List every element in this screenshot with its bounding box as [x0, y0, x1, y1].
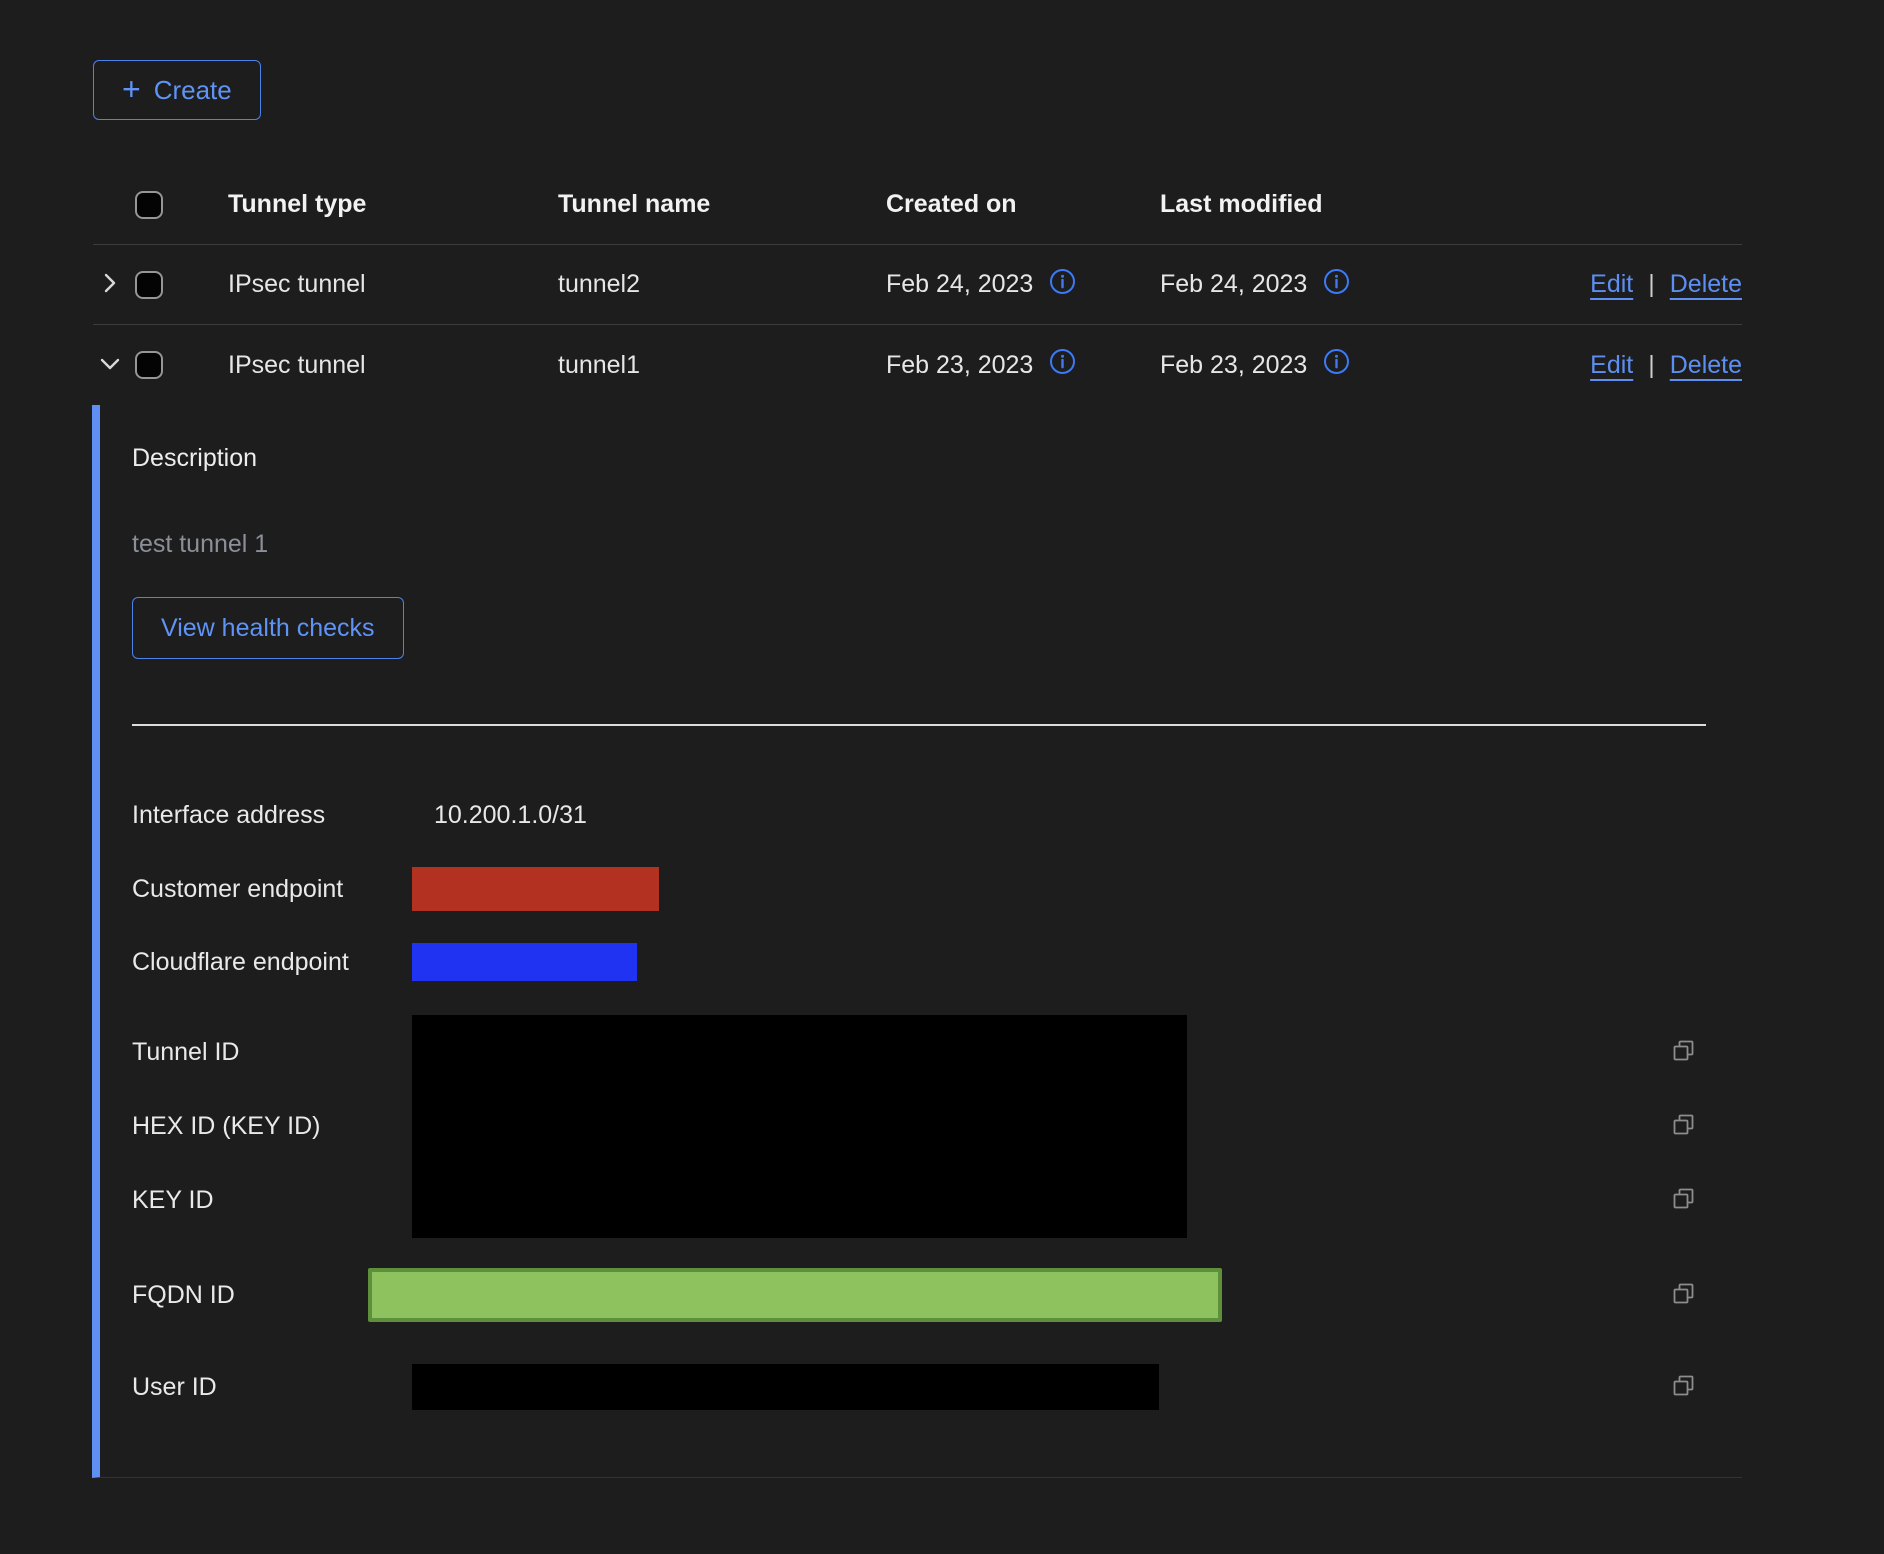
customer-endpoint-redacted-value	[412, 867, 659, 911]
edit-link[interactable]: Edit	[1590, 351, 1633, 380]
expand-row-button[interactable]	[93, 266, 127, 303]
edit-link[interactable]: Edit	[1590, 270, 1633, 299]
key-id-label: KEY ID	[132, 1164, 412, 1238]
delete-link[interactable]: Delete	[1670, 351, 1742, 380]
copy-user-id-button[interactable]	[1671, 1373, 1697, 1402]
user-id-label: User ID	[132, 1373, 412, 1402]
tunnel-name-cell: tunnel1	[533, 351, 863, 380]
created-on-cell: Feb 23, 2023	[886, 351, 1033, 380]
description-value: test tunnel 1	[132, 529, 1742, 559]
tunnel-type-cell: IPsec tunnel	[203, 351, 533, 380]
view-health-checks-label: View health checks	[161, 614, 375, 643]
chevron-right-icon	[97, 270, 123, 299]
info-icon[interactable]	[1323, 348, 1350, 382]
expanded-tunnel-panel: Description test tunnel 1 View health ch…	[92, 405, 1742, 1478]
hex-id-label: HEX ID (KEY ID)	[132, 1089, 412, 1163]
collapse-row-button[interactable]	[93, 347, 127, 384]
view-health-checks-button[interactable]: View health checks	[132, 597, 404, 659]
header-tunnel-type: Tunnel type	[203, 190, 533, 219]
tunnel-detail-fields: Interface address 10.200.1.0/31 Customer…	[132, 778, 1742, 1424]
chevron-down-icon	[97, 351, 123, 380]
tunnel-id-label: Tunnel ID	[132, 1015, 412, 1089]
interface-address-row: Interface address 10.200.1.0/31	[132, 778, 1742, 852]
id-redacted-value-block	[412, 1015, 1187, 1238]
copy-icon	[1671, 1038, 1697, 1067]
table-row: IPsec tunnel tunnel1 Feb 23, 2023 Feb 23…	[93, 325, 1742, 405]
actions-separator: |	[1648, 351, 1655, 380]
plus-icon: +	[122, 73, 141, 105]
copy-icon	[1671, 1281, 1697, 1310]
copy-icon	[1671, 1186, 1697, 1215]
table-row: IPsec tunnel tunnel2 Feb 24, 2023 Feb 24…	[93, 245, 1742, 325]
header-created-on: Created on	[863, 190, 1143, 219]
info-icon[interactable]	[1049, 268, 1076, 302]
user-id-row: User ID	[132, 1350, 1742, 1424]
last-modified-cell: Feb 23, 2023	[1160, 351, 1307, 380]
copy-hex-id-button[interactable]	[1671, 1112, 1697, 1141]
created-on-cell: Feb 24, 2023	[886, 270, 1033, 299]
row-checkbox[interactable]	[135, 271, 163, 299]
user-id-redacted-value	[412, 1364, 1159, 1410]
id-fields-group: Tunnel ID HEX ID (KEY ID) KEY ID	[132, 1015, 1742, 1238]
create-button[interactable]: + Create	[93, 60, 261, 120]
copy-icon	[1671, 1112, 1697, 1141]
copy-key-id-button[interactable]	[1671, 1186, 1697, 1215]
customer-endpoint-row: Customer endpoint	[132, 852, 1742, 926]
header-tunnel-name: Tunnel name	[533, 190, 863, 219]
customer-endpoint-label: Customer endpoint	[132, 875, 412, 904]
create-button-label: Create	[154, 75, 232, 106]
tunnel-type-cell: IPsec tunnel	[203, 270, 533, 299]
last-modified-cell: Feb 24, 2023	[1160, 270, 1307, 299]
tunnels-page: + Create Tunnel type Tunnel name Created…	[93, 0, 1742, 1478]
cloudflare-endpoint-label: Cloudflare endpoint	[132, 948, 412, 977]
tunnel-name-cell: tunnel2	[533, 270, 863, 299]
actions-separator: |	[1648, 270, 1655, 299]
select-all-checkbox[interactable]	[135, 191, 163, 219]
interface-address-label: Interface address	[132, 801, 412, 830]
copy-icon	[1671, 1373, 1697, 1402]
delete-link[interactable]: Delete	[1670, 270, 1742, 299]
cloudflare-endpoint-row: Cloudflare endpoint	[132, 926, 1742, 998]
copy-fqdn-id-button[interactable]	[1671, 1281, 1697, 1310]
copy-tunnel-id-button[interactable]	[1671, 1038, 1697, 1067]
description-label: Description	[132, 443, 1742, 473]
table-header: Tunnel type Tunnel name Created on Last …	[93, 165, 1742, 245]
info-icon[interactable]	[1049, 348, 1076, 382]
row-checkbox[interactable]	[135, 351, 163, 379]
info-icon[interactable]	[1323, 268, 1350, 302]
header-last-modified: Last modified	[1143, 190, 1443, 219]
fqdn-id-redacted-value	[368, 1268, 1222, 1322]
panel-divider	[132, 724, 1706, 726]
interface-address-value: 10.200.1.0/31	[412, 801, 587, 830]
fqdn-id-row: FQDN ID	[132, 1252, 1742, 1338]
cloudflare-endpoint-redacted-value	[412, 943, 637, 981]
